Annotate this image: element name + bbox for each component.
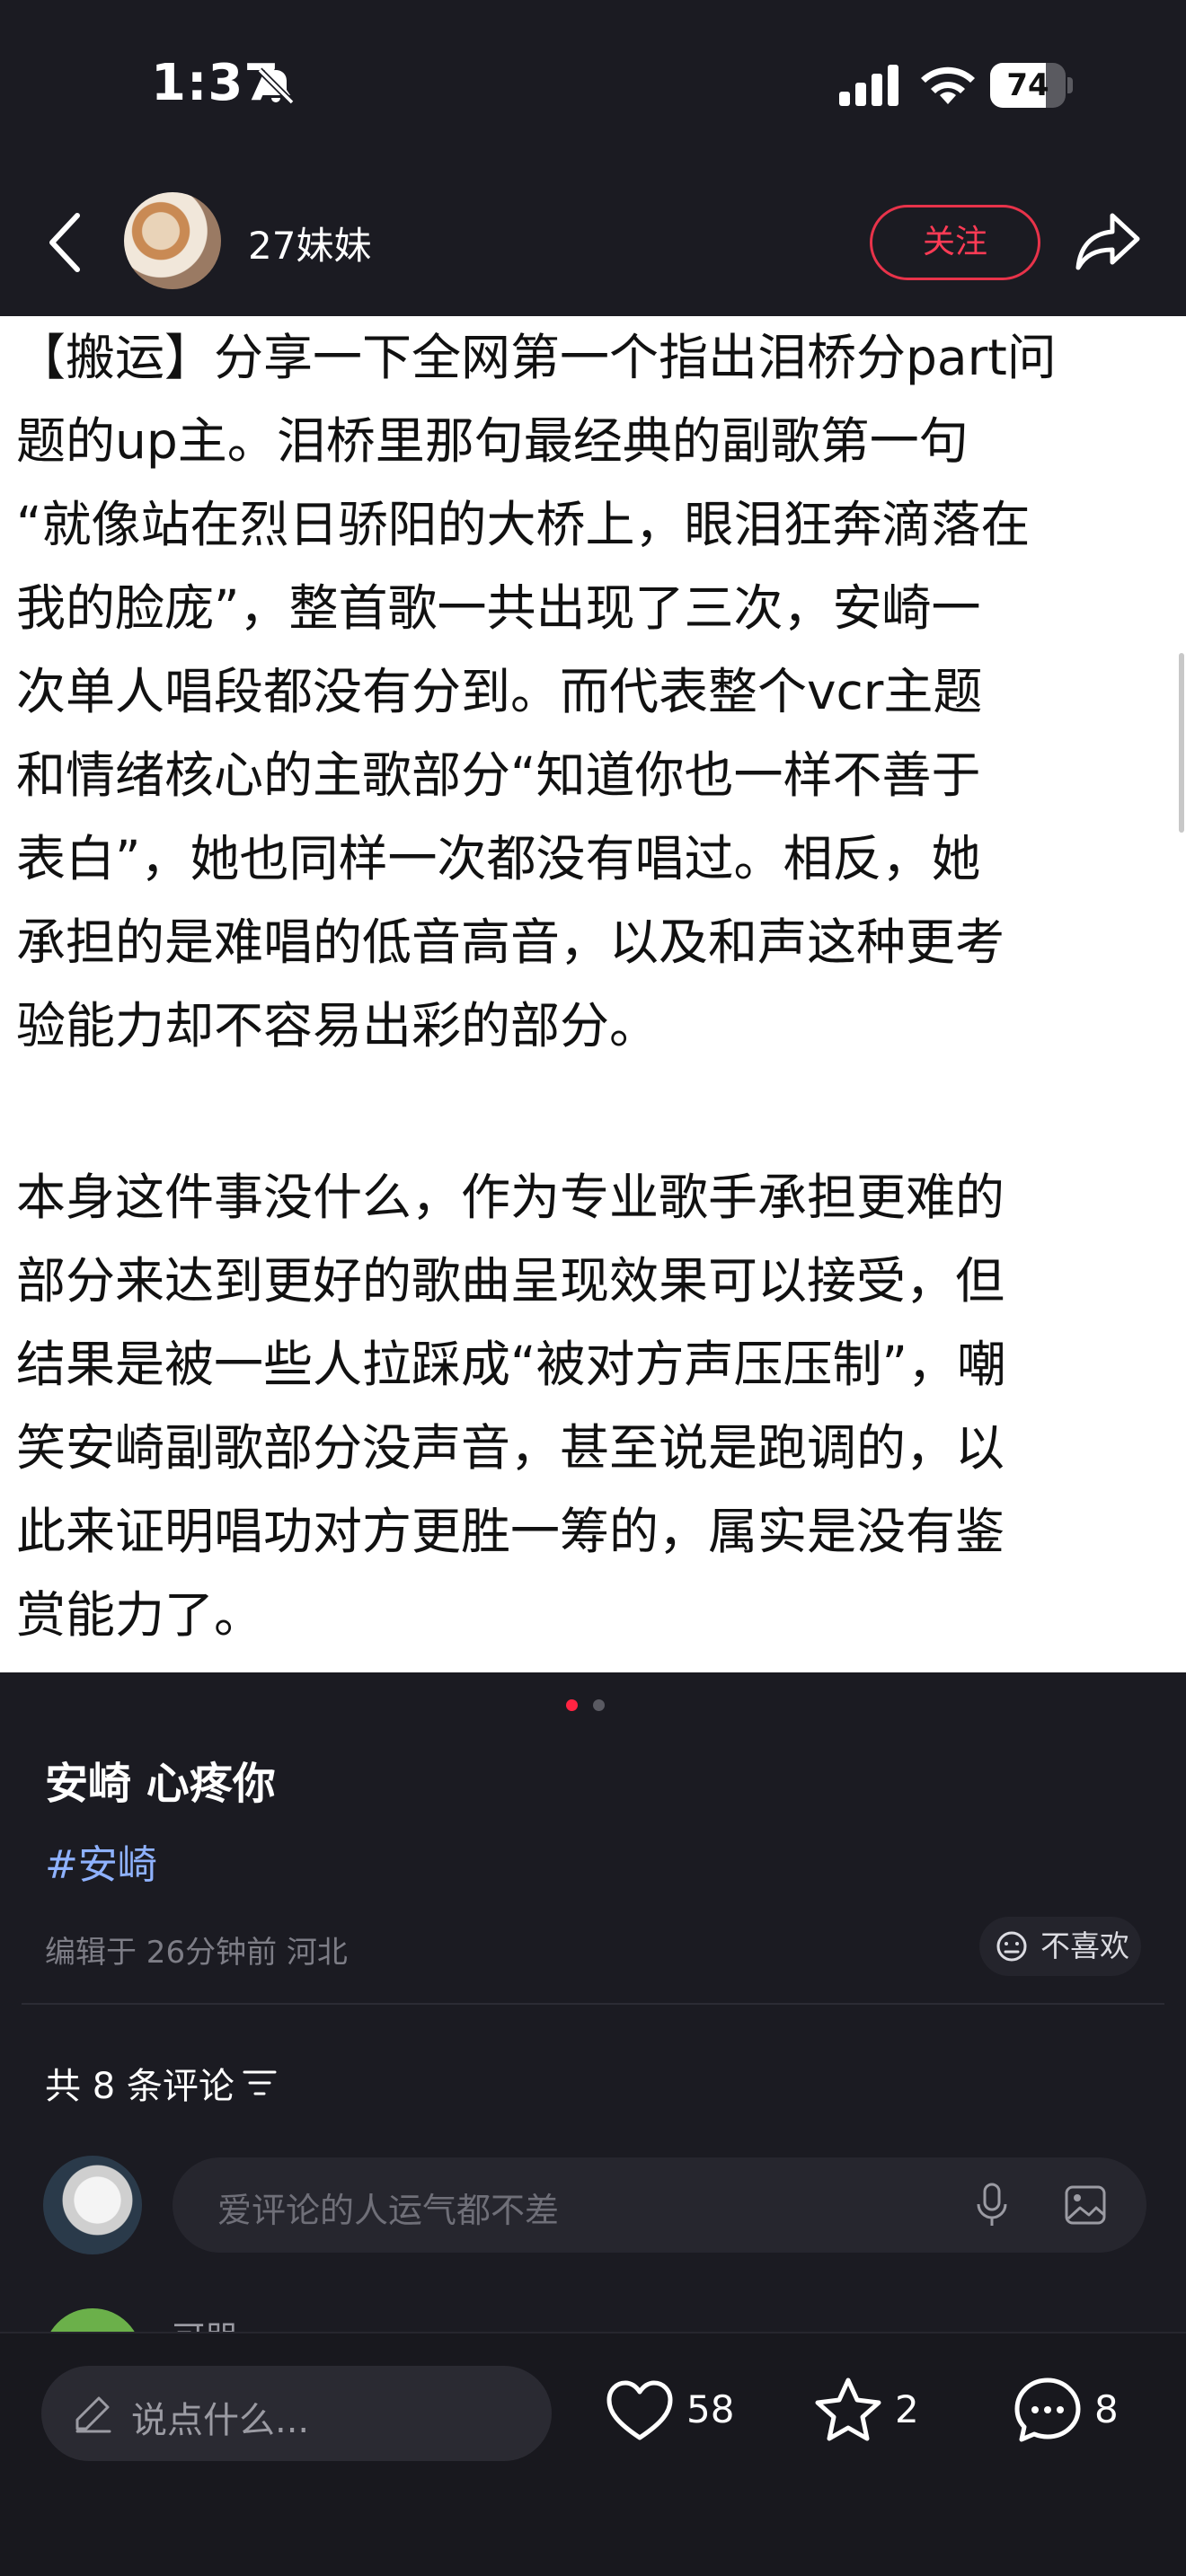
battery-tip bbox=[1067, 77, 1073, 93]
divider bbox=[22, 2003, 1164, 2005]
post-line: 承担的是难唱的低音高音，以及和声这种更考 bbox=[16, 913, 1005, 971]
author-name[interactable]: 27妹妹 bbox=[248, 216, 371, 270]
post-line: 次单人唱段都没有分到。而代表整个vcr主题 bbox=[16, 663, 983, 720]
dislike-button[interactable]: 不喜欢 bbox=[979, 1917, 1141, 1976]
chat-bubble-icon bbox=[1014, 2378, 1081, 2442]
battery-level: 74 bbox=[1006, 67, 1049, 103]
post-line: “就像站在烈日骄阳的大桥上，眼泪狂奔滴落在 bbox=[16, 496, 1031, 553]
say-something-placeholder: 说点什么... bbox=[131, 2400, 310, 2441]
post-image[interactable]: 【搬运】分享一下全网第一个指出泪桥分part问 题的up主。泪桥里那句最经典的副… bbox=[0, 316, 1186, 1672]
bottom-action-bar: 说点什么... 58 2 8 bbox=[0, 2332, 1186, 2576]
comment-placeholder: 爱评论的人运气都不差 bbox=[217, 2191, 560, 2230]
author-avatar[interactable] bbox=[124, 192, 221, 289]
post-line: 【搬运】分享一下全网第一个指出泪桥分part问 bbox=[16, 329, 1057, 386]
post-line: 题的up主。泪桥里那句最经典的副歌第一句 bbox=[16, 412, 969, 470]
post-line: 本身这件事没什么，作为专业歌手承担更难的 bbox=[16, 1169, 1005, 1226]
post-paragraph-1: 【搬运】分享一下全网第一个指出泪桥分part问 题的up主。泪桥里那句最经典的副… bbox=[16, 316, 1175, 1068]
collect-count: 2 bbox=[895, 2387, 919, 2431]
image-icon[interactable] bbox=[1064, 2184, 1107, 2226]
frown-face-icon bbox=[996, 1931, 1027, 1962]
post-line: 验能力却不容易出彩的部分。 bbox=[16, 997, 659, 1054]
comment-count: 8 bbox=[1094, 2387, 1119, 2431]
heart-icon bbox=[606, 2380, 673, 2440]
carousel-dot[interactable] bbox=[593, 1699, 605, 1711]
edited-info: 编辑于 26分钟前 河北 bbox=[45, 1935, 348, 1971]
comment-input[interactable]: 爱评论的人运气都不差 bbox=[173, 2157, 1146, 2253]
post-line: 我的脸庞”，整首歌一共出现了三次，安崎一 bbox=[16, 579, 981, 637]
battery-body: 74 bbox=[990, 63, 1066, 108]
sort-icon[interactable] bbox=[243, 2068, 277, 2098]
star-icon bbox=[815, 2378, 881, 2441]
hashtag-link[interactable]: #安崎 bbox=[45, 1832, 157, 1890]
share-icon[interactable] bbox=[1075, 207, 1143, 275]
carousel-dot-active[interactable] bbox=[566, 1699, 578, 1711]
signal-icon bbox=[839, 65, 898, 106]
post-header: 27妹妹 关注 bbox=[0, 180, 1186, 316]
post-line: 结果是被一些人拉踩成“被对方声压压制”，嘲 bbox=[16, 1336, 1006, 1393]
pencil-icon bbox=[75, 2396, 111, 2433]
follow-button[interactable]: 关注 bbox=[870, 205, 1040, 280]
like-count: 58 bbox=[686, 2387, 735, 2431]
post-paragraph-2: 本身这件事没什么，作为专业歌手承担更难的 部分来达到更好的歌曲呈现效果可以接受，… bbox=[16, 1156, 1175, 1657]
comments-count: 共 8 条评论 bbox=[45, 2066, 235, 2107]
post-line: 表白”，她也同样一次都没有唱过。相反，她 bbox=[16, 830, 981, 887]
say-something-input[interactable]: 说点什么... bbox=[41, 2366, 552, 2461]
current-user-avatar[interactable] bbox=[43, 2156, 142, 2254]
image-scrollbar[interactable] bbox=[1179, 653, 1184, 833]
battery-icon: 74 bbox=[990, 63, 1073, 108]
back-icon[interactable] bbox=[41, 208, 92, 277]
post-line: 此来证明唱功对方更胜一筹的，属实是没有鉴 bbox=[16, 1503, 1005, 1560]
post-line: 笑安崎副歌部分没声音，甚至说是跑调的，以 bbox=[16, 1419, 1005, 1477]
post-line: 部分来达到更好的歌曲呈现效果可以接受，但 bbox=[16, 1252, 1005, 1310]
wifi-icon bbox=[921, 66, 975, 104]
dislike-label: 不喜欢 bbox=[1040, 1928, 1129, 1963]
bell-off-icon bbox=[257, 67, 295, 105]
status-bar: 1:37 74 bbox=[0, 0, 1186, 180]
post-title: 安崎 心疼你 bbox=[45, 1759, 276, 1809]
post-line: 赏能力了。 bbox=[16, 1586, 264, 1644]
microphone-icon[interactable] bbox=[974, 2183, 1010, 2228]
post-line: 和情绪核心的主歌部分“知道你也一样不善于 bbox=[16, 746, 981, 804]
